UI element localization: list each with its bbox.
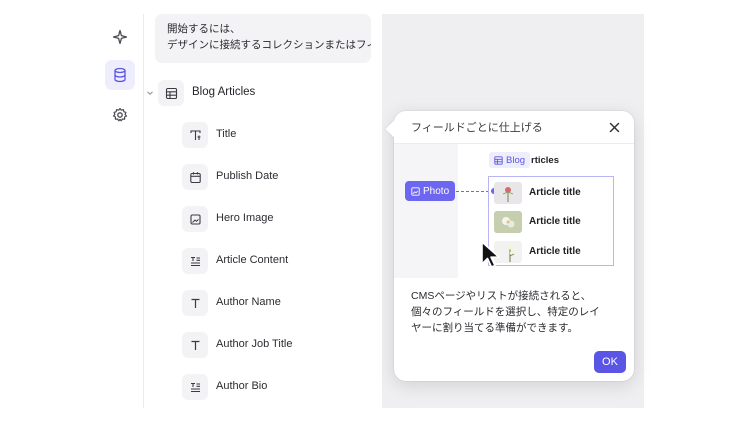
description-line-3: ヤーに割り当てる準備ができます。 [411, 322, 578, 334]
field-label: Publish Date [216, 170, 279, 182]
description-line-2: 個々のフィールドを選択し、特定のレイ [411, 306, 600, 318]
field-label: Hero Image [216, 212, 274, 224]
settings-button[interactable] [105, 100, 135, 130]
title-field-icon [182, 122, 208, 148]
collection-row[interactable]: Blog Articles [144, 80, 382, 106]
blog-suffix: rticles [531, 155, 559, 166]
popover-description: CMSページやリストが接続されると、 個々のフィールドを選択し、特定のレイ ヤー… [411, 288, 621, 336]
article-item: Article title [494, 211, 614, 235]
gear-icon [112, 107, 128, 122]
article-item: Article title [494, 182, 614, 206]
collection-label: Blog Articles [192, 86, 256, 98]
text-icon [182, 332, 208, 358]
field-row-article-content[interactable]: Article Content [182, 248, 382, 274]
insert-button[interactable] [105, 22, 135, 52]
article-title: Article title [529, 246, 581, 257]
field-row-publish-date[interactable]: Publish Date [182, 164, 382, 190]
illustration: Blog rticles Photo Article title Article… [394, 144, 634, 278]
close-button[interactable] [606, 119, 622, 135]
article-item: Article title [494, 241, 614, 265]
chevron-down-icon[interactable] [146, 89, 154, 97]
hint-line-1: 開始するには、 [167, 23, 241, 35]
field-row-author-name[interactable]: Author Name [182, 290, 382, 316]
article-title: Article title [529, 216, 581, 227]
mouse-cursor-icon [481, 241, 500, 268]
field-label: Author Bio [216, 380, 268, 392]
cms-button[interactable] [105, 60, 135, 90]
close-icon [609, 122, 619, 132]
table-icon [494, 155, 503, 165]
description-line-1: CMSページやリストが接続されると、 [411, 290, 592, 302]
blog-chip-label: Blog [506, 154, 526, 166]
image-icon [411, 186, 420, 196]
field-label: Title [216, 128, 237, 140]
rich-text-icon [182, 374, 208, 400]
field-row-hero-image[interactable]: Hero Image [182, 206, 382, 232]
blog-chip: Blog [489, 152, 531, 168]
field-label: Author Name [216, 296, 281, 308]
photo-chip-label: Photo [423, 185, 450, 197]
field-label: Article Content [216, 254, 289, 266]
field-row-author-bio[interactable]: Author Bio [182, 374, 382, 400]
calendar-icon [182, 164, 208, 190]
photo-chip: Photo [405, 181, 456, 201]
text-icon [182, 290, 208, 316]
popover-title: フィールドごとに仕上げる [411, 122, 543, 134]
connect-hint: 開始するには、 デザインに接続するコレクションまたはフィ [155, 14, 371, 63]
field-row-title[interactable]: Title [182, 122, 382, 148]
sparkle-icon [112, 29, 128, 45]
cms-panel: 開始するには、 デザインに接続するコレクションまたはフィ Blog Articl… [144, 14, 382, 408]
database-icon [114, 67, 126, 83]
hint-line-2: デザインに接続するコレクションまたはフィ [167, 39, 371, 51]
onboarding-popover: フィールドごとに仕上げる Blog rticles Photo Article … [385, 111, 634, 381]
field-label: Author Job Title [216, 338, 293, 350]
rich-text-icon [182, 248, 208, 274]
field-row-author-job-title[interactable]: Author Job Title [182, 332, 382, 358]
icon-rail [96, 14, 142, 408]
ok-button[interactable]: OK [594, 351, 626, 373]
flower-thumbnail [494, 182, 522, 204]
table-icon [158, 80, 184, 106]
flower-thumbnail [494, 211, 522, 233]
image-icon [182, 206, 208, 232]
article-title: Article title [529, 187, 581, 198]
